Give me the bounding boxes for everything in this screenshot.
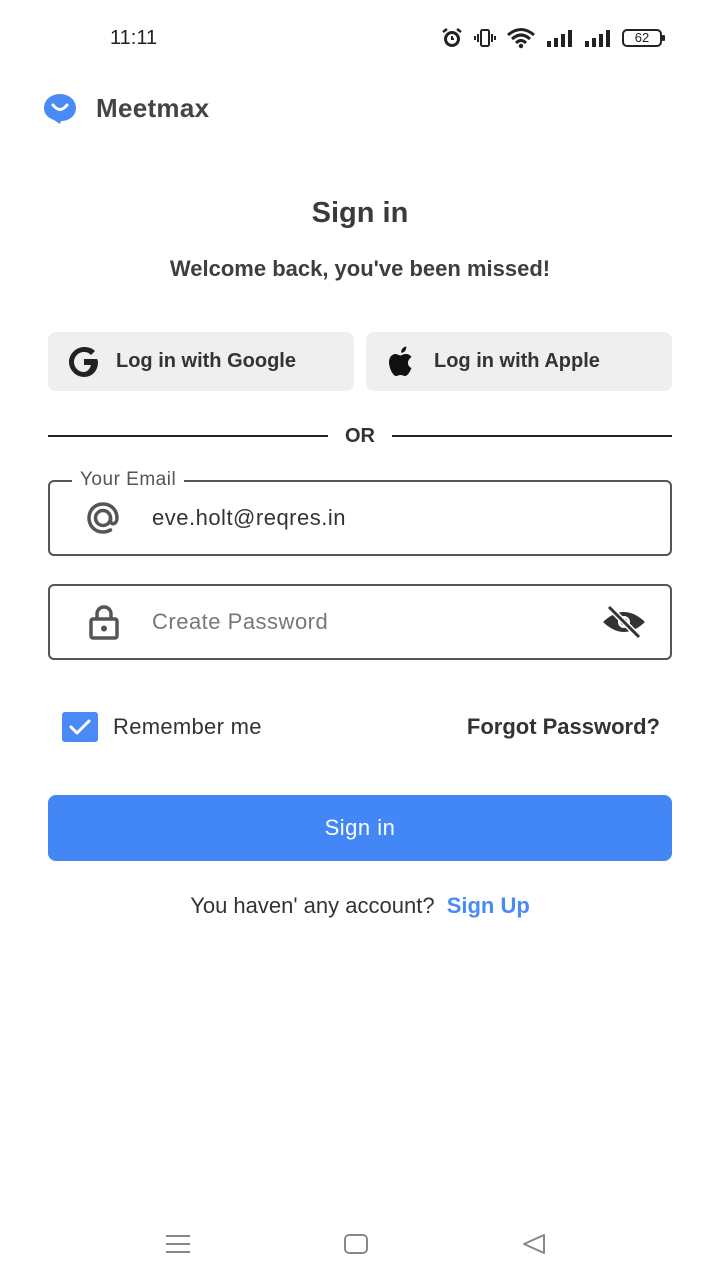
status-icons: 62 bbox=[440, 26, 665, 50]
google-login-label: Log in with Google bbox=[116, 350, 296, 372]
brand-name: Meetmax bbox=[96, 92, 210, 123]
apple-login-label: Log in with Apple bbox=[434, 350, 600, 372]
page-subtitle: Welcome back, you've been missed! bbox=[169, 256, 551, 281]
check-icon bbox=[69, 719, 91, 735]
remember-me-label[interactable]: Remember me bbox=[113, 714, 262, 740]
email-field[interactable] bbox=[48, 480, 672, 556]
google-login-button[interactable]: Log in with Google bbox=[48, 332, 354, 391]
signup-prompt-text: You haven' any account? bbox=[190, 893, 435, 918]
forgot-password-link[interactable]: Forgot Password? bbox=[467, 714, 660, 740]
sign-in-button[interactable]: Sign in bbox=[48, 795, 672, 861]
divider-right bbox=[392, 435, 672, 437]
eye-off-icon[interactable] bbox=[600, 604, 648, 640]
lock-icon bbox=[89, 605, 119, 640]
signup-prompt: You haven' any account? Sign Up bbox=[0, 893, 720, 919]
wifi-icon bbox=[507, 28, 535, 49]
apple-icon bbox=[389, 346, 412, 376]
divider-left bbox=[48, 435, 328, 437]
signal-icon bbox=[585, 30, 610, 47]
remember-me-checkbox[interactable] bbox=[62, 712, 98, 742]
alarm-icon bbox=[442, 28, 462, 47]
home-icon[interactable] bbox=[342, 1232, 370, 1256]
vibrate-icon bbox=[474, 29, 496, 47]
chat-smile-icon bbox=[44, 94, 76, 124]
divider-or-text: OR bbox=[345, 425, 375, 447]
google-icon bbox=[69, 346, 98, 377]
apple-login-button[interactable]: Log in with Apple bbox=[366, 332, 672, 391]
password-field[interactable] bbox=[48, 584, 672, 660]
battery-icon: 62 bbox=[622, 29, 665, 47]
signal-icon bbox=[547, 30, 572, 47]
back-icon[interactable] bbox=[520, 1232, 548, 1256]
at-icon bbox=[87, 502, 119, 534]
email-input[interactable]: eve.holt@reqres.in bbox=[152, 505, 346, 531]
password-input[interactable]: Create Password bbox=[152, 609, 328, 635]
email-field-label: Your Email bbox=[72, 469, 185, 491]
page-title: Sign in bbox=[311, 197, 409, 229]
status-time: 11:11 bbox=[110, 27, 158, 49]
menu-icon[interactable] bbox=[164, 1232, 192, 1256]
brand: Meetmax bbox=[42, 90, 209, 126]
sign-up-link[interactable]: Sign Up bbox=[447, 893, 530, 918]
